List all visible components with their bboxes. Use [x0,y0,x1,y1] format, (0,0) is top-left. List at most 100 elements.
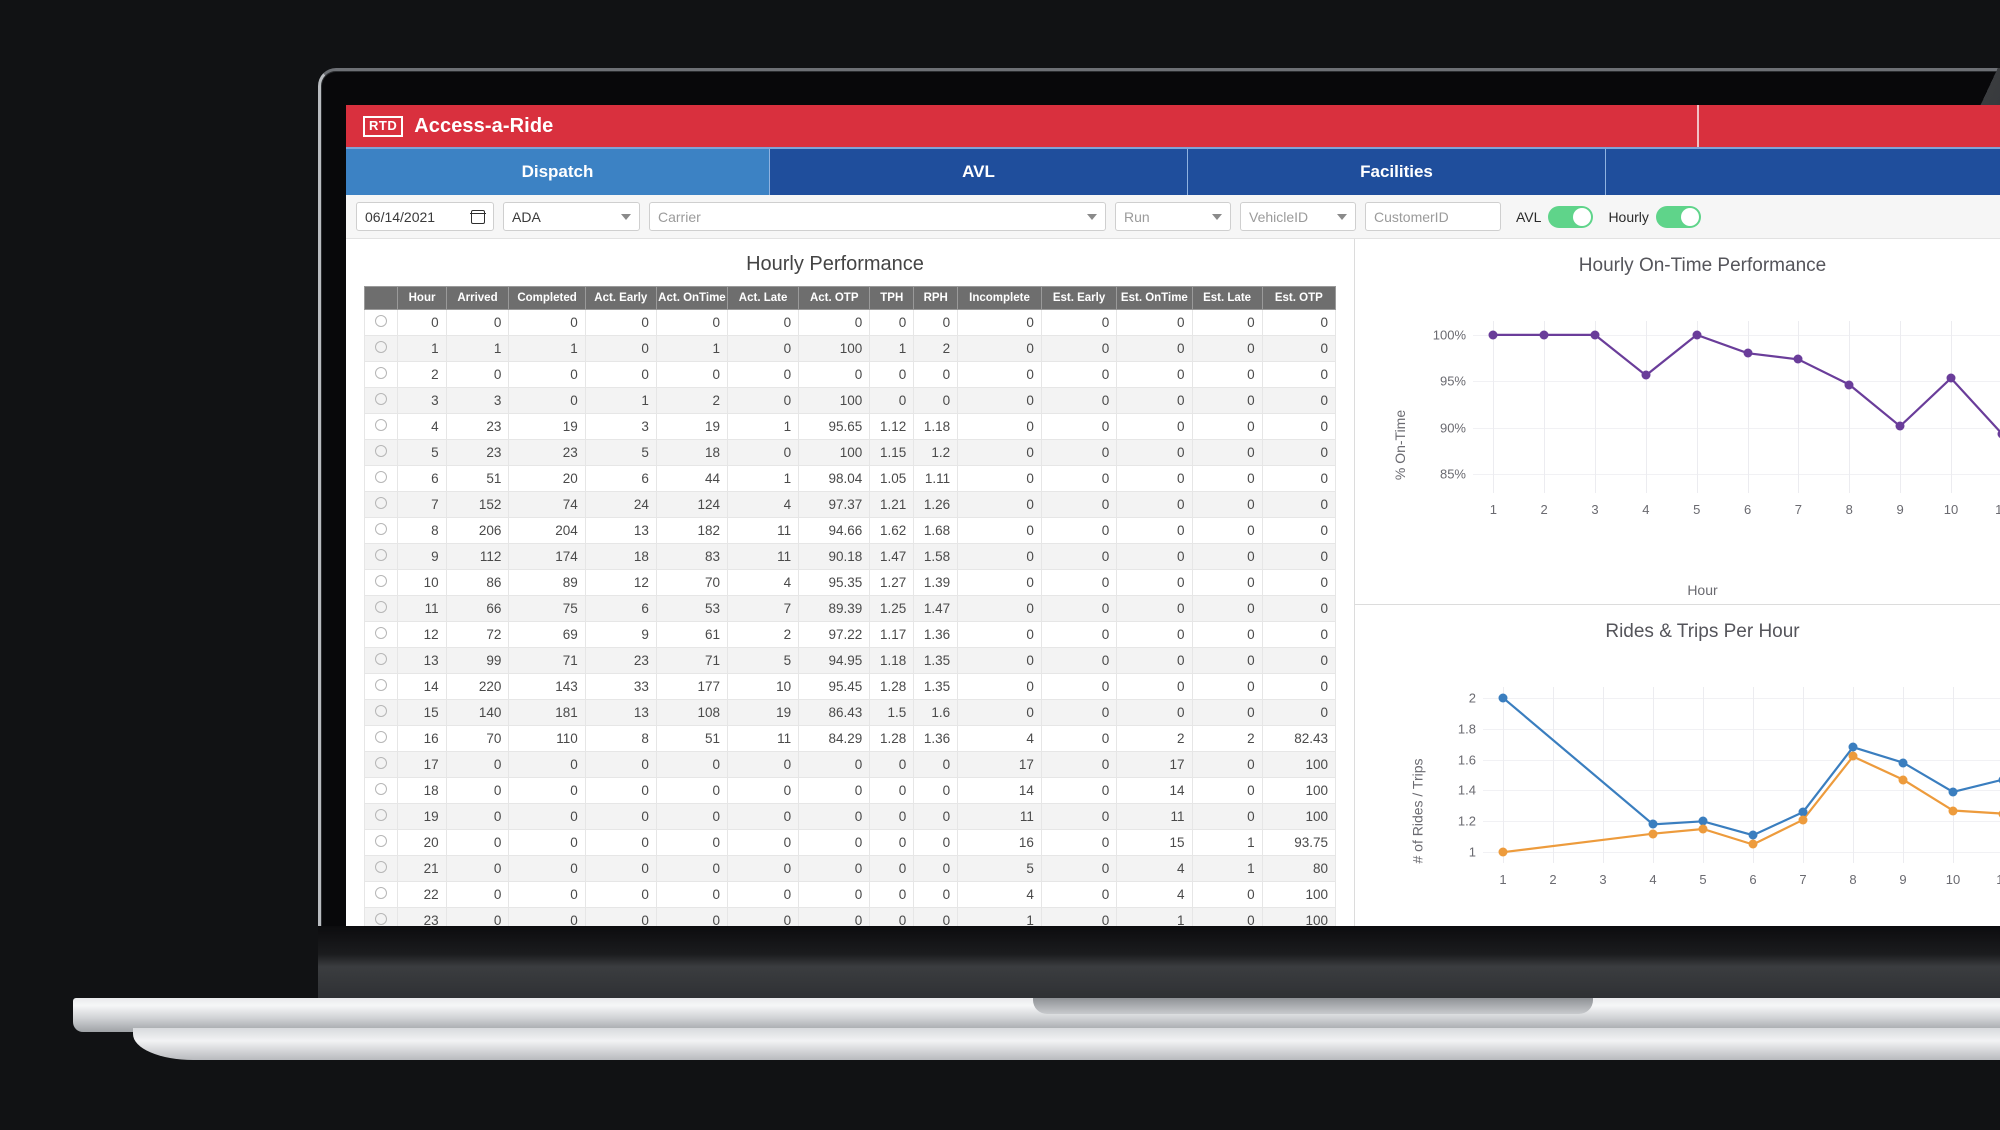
row-select-cell[interactable] [363,647,399,674]
vehicle-id-select[interactable]: VehicleID [1240,202,1356,231]
data-point[interactable] [1488,330,1498,340]
carrier-select[interactable]: Carrier [649,202,1106,231]
data-point[interactable] [1848,751,1858,761]
row-radio-button[interactable] [375,471,388,483]
column-header-est-late[interactable]: Est. Late [1191,286,1263,310]
column-header-completed[interactable]: Completed [508,286,586,310]
data-point[interactable] [1798,815,1808,825]
date-input[interactable]: 06/14/2021 [356,202,494,231]
tab-facilities[interactable]: Facilities [1188,149,1606,195]
row-select-cell[interactable] [363,413,399,440]
row-radio-button[interactable] [375,575,388,587]
column-header-act-early[interactable]: Act. Early [584,286,657,310]
row-radio-button[interactable] [375,887,388,899]
row-select-cell[interactable] [363,777,399,804]
row-radio-button[interactable] [375,757,388,769]
run-select[interactable]: Run [1115,202,1231,231]
row-radio-button[interactable] [375,809,388,821]
column-header-act-late[interactable]: Act. Late [727,286,800,310]
table-row[interactable]: 18 0 0 0 0 0 0 0 0 14 0 14 0 100 [363,777,1337,804]
table-row[interactable]: 21 0 0 0 0 0 0 0 0 5 0 4 1 80 [363,855,1337,882]
hourly-toggle[interactable] [1655,205,1701,228]
table-row[interactable]: 1 1 1 0 1 0 100 1 2 0 0 0 0 0 [363,335,1337,362]
data-point[interactable] [1895,421,1905,431]
column-header-arrived[interactable]: Arrived [445,286,510,310]
row-radio-button[interactable] [375,705,388,717]
row-select-cell[interactable] [363,335,399,362]
data-point[interactable] [1946,373,1956,383]
data-point[interactable] [1844,380,1854,390]
row-radio-button[interactable] [375,367,388,379]
row-radio-button[interactable] [375,497,388,509]
calendar-icon[interactable] [470,209,486,224]
data-point[interactable] [1743,348,1753,358]
row-select-cell[interactable] [363,829,399,856]
row-radio-button[interactable] [375,315,388,327]
row-select-cell[interactable] [363,387,399,414]
row-select-cell[interactable] [363,803,399,830]
row-radio-button[interactable] [375,393,388,405]
data-point[interactable] [1793,354,1803,364]
table-row[interactable]: 20000000000000 [363,361,1337,388]
row-select-cell[interactable] [363,621,399,648]
row-select-cell[interactable] [363,465,399,492]
table-row[interactable]: 13 99 71 23 71 5 94.95 1.18 1.35 0 0 0 0 0 [363,647,1337,674]
column-header-act-ontime[interactable]: Act. OnTime [655,286,729,310]
row-radio-button[interactable] [375,419,388,431]
table-row[interactable]: 11 66 75 6 53 7 89.39 1.25 1.47 0 0 0 0 0 [363,595,1337,622]
data-point[interactable] [1948,787,1958,797]
row-select-cell[interactable] [363,543,399,570]
row-radio-button[interactable] [375,835,388,847]
row-radio-button[interactable] [375,341,388,353]
column-header-hour[interactable]: Hour [397,286,447,310]
table-row[interactable]: 20 0 0 0 0 0 0 0 0 16 0 15 1 93.75 [363,829,1337,856]
tab-overflow[interactable] [1606,149,2000,195]
data-point[interactable] [1539,330,1549,340]
data-point[interactable] [1898,758,1908,768]
row-select-cell[interactable] [363,881,399,908]
column-header-incomplete[interactable]: Incomplete [957,286,1042,310]
table-row[interactable]: 7 152 74 24 124 4 97.37 1.21 1.26 0 0 0 0 0 [363,491,1337,518]
avl-toggle[interactable] [1548,205,1594,228]
row-radio-button[interactable] [375,445,388,457]
data-point[interactable] [1498,847,1508,857]
data-point[interactable] [1948,806,1958,815]
column-header-act-otp[interactable]: Act. OTP [798,286,871,310]
row-radio-button[interactable] [375,627,388,639]
table-row[interactable]: 9 112 174 18 83 11 90.18 1.47 1.58 0 0 0 0 0 [363,543,1337,570]
row-select-cell[interactable] [363,725,399,752]
row-select-cell[interactable] [363,673,399,700]
table-row[interactable]: 00000000000000 [363,309,1337,336]
table-row[interactable]: 17 0 0 0 0 0 0 0 0 17 0 17 0 100 [363,751,1337,778]
row-select-cell[interactable] [363,439,399,466]
row-select-cell[interactable] [363,309,399,336]
data-point[interactable] [1498,693,1508,703]
table-row[interactable]: 5 23 23 5 18 0 100 1.15 1.2 0 0 0 0 0 [363,439,1337,466]
table-row[interactable]: 16 70 110 8 51 11 84.29 1.28 1.36 4 0 2 2 82.43 [363,725,1337,752]
row-select-cell[interactable] [363,569,399,596]
row-select-cell[interactable] [363,595,399,622]
row-select-cell[interactable] [363,699,399,726]
row-select-cell[interactable] [363,855,399,882]
table-row[interactable]: 6 51 20 6 44 1 98.04 1.05 1.11 0 0 0 0 0 [363,465,1337,492]
column-header-tph[interactable]: TPH [869,286,915,310]
data-point[interactable] [1648,829,1658,839]
table-row[interactable]: 14 220 143 33 177 10 95.45 1.28 1.35 0 0 0 0 0 [363,673,1337,700]
row-radio-button[interactable] [375,653,388,665]
row-select-cell[interactable] [363,361,399,388]
tab-dispatch[interactable]: Dispatch [346,149,770,195]
data-point[interactable] [1590,330,1600,340]
data-point[interactable] [1748,830,1758,840]
row-radio-button[interactable] [375,549,388,561]
row-radio-button[interactable] [375,679,388,691]
data-point[interactable] [1648,819,1658,829]
row-radio-button[interactable] [375,861,388,873]
data-point[interactable] [1698,824,1708,834]
row-radio-button[interactable] [375,913,388,925]
row-select-cell[interactable] [363,491,399,518]
table-scroll-container[interactable]: Hour Arrived Completed Act. Early Act. OnTim… [363,286,1337,934]
row-radio-button[interactable] [375,731,388,743]
row-radio-button[interactable] [375,523,388,535]
table-row[interactable]: 8 206 204 13 182 11 94.66 1.62 1.68 0 0 0 0 0 [363,517,1337,544]
data-point[interactable] [1848,742,1858,752]
